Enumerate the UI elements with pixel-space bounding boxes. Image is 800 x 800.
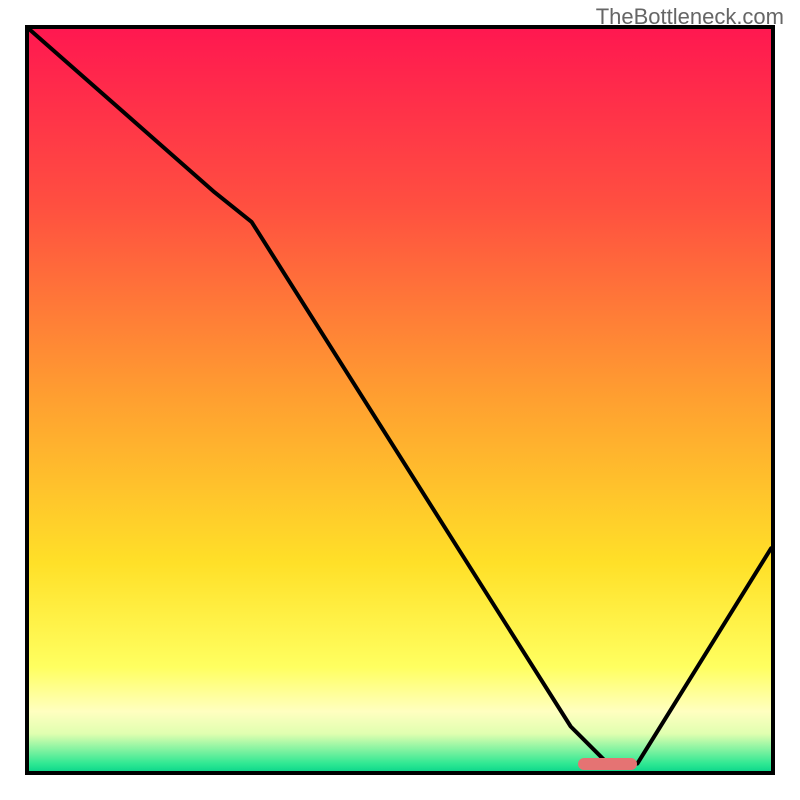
plot-area — [25, 25, 775, 775]
watermark-text: TheBottleneck.com — [596, 4, 784, 30]
optimal-marker — [578, 758, 637, 770]
chart-container: TheBottleneck.com — [0, 0, 800, 800]
curve-line — [29, 29, 771, 771]
